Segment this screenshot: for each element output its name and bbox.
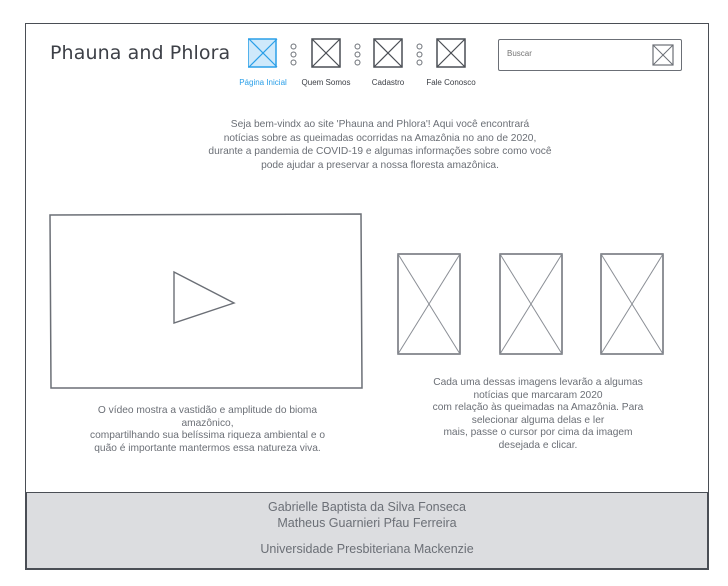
site-title[interactable]: Phauna and Phlora [50, 42, 230, 64]
intro-line: Seja bem-vindx ao site 'Phauna and Phlor… [230, 119, 530, 130]
separator-dots-icon [290, 43, 297, 66]
image-placeholder-icon[interactable] [652, 44, 674, 66]
nav-item-fale-conosco[interactable]: Fale Conosco [426, 38, 476, 88]
caption-line: O vídeo mostra a vastidão e amplitude do… [97, 405, 318, 416]
intro-line: durante a pandemia de COVID-19 e algumas… [208, 146, 552, 157]
footer-author: Matheus Guarnieri Pfau Ferreira [277, 516, 457, 530]
image-placeholder-icon [247, 38, 278, 68]
caption-line: amazônico, [181, 417, 234, 429]
video-caption: O vídeo mostra a vastidão e amplitude do… [55, 405, 360, 455]
image-placeholder-icon [373, 38, 403, 68]
nav-label: Fale Conosco [426, 78, 476, 87]
footer-institution: Universidade Presbiteriana Mackenzie [260, 542, 474, 556]
intro-text: Seja bem-vindx ao site 'Phauna and Phlor… [150, 118, 610, 172]
intro-line: notícias sobre as queimadas ocorridas na… [223, 132, 537, 144]
image-placeholder-icon [436, 38, 466, 68]
footer: Gabrielle Baptista da Silva Fonseca Math… [26, 492, 708, 569]
caption-line: notícias que marcaram 2020 [473, 389, 603, 401]
nav-item-quem-somos[interactable]: Quem Somos [301, 38, 351, 88]
caption-line: desejada e clicar. [498, 439, 578, 451]
caption-line: quão é importante mantermos essa naturez… [94, 442, 321, 454]
separator-dots-icon [354, 43, 361, 66]
nav-item-pagina-inicial[interactable]: Página Inicial [238, 38, 288, 88]
search-box [498, 39, 682, 71]
nav-item-cadastro[interactable]: Cadastro [363, 38, 413, 88]
caption-line: mais, passe o cursor por cima da imagem [443, 427, 633, 439]
caption-line: selecionar alguma delas e ler [471, 414, 605, 426]
news-image-3[interactable] [600, 253, 664, 355]
separator-dots-icon [416, 43, 423, 66]
news-image-1[interactable] [397, 253, 461, 355]
search-input[interactable] [507, 49, 647, 58]
image-placeholder-icon [311, 38, 341, 68]
news-images-caption: Cada uma dessas imagens levarão a alguma… [400, 377, 676, 453]
video-player[interactable] [48, 212, 364, 390]
caption-line: com relação às queimadas na Amazônia. Pa… [432, 402, 644, 414]
caption-line: Cada uma dessas imagens levarão a alguma… [433, 377, 643, 388]
footer-author: Gabrielle Baptista da Silva Fonseca [267, 500, 467, 514]
intro-line: pode ajudar a preservar a nossa floresta… [261, 159, 499, 171]
caption-line: compartilhando sua belíssima riqueza amb… [89, 430, 325, 442]
news-image-2[interactable] [499, 253, 563, 355]
